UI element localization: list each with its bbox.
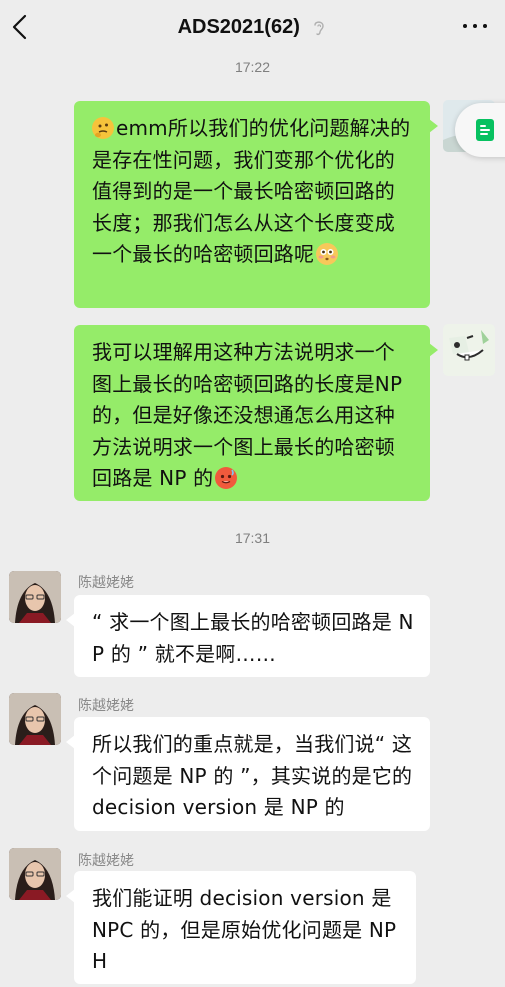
sender-avatar[interactable] bbox=[9, 571, 61, 623]
sender-name: 陈越姥姥 bbox=[78, 575, 134, 591]
chat-title-wrap[interactable]: ADS2021(62) bbox=[0, 13, 505, 41]
more-button[interactable] bbox=[461, 14, 489, 38]
sender-name: 陈越姥姥 bbox=[78, 853, 134, 869]
chat-title: ADS2021(62) bbox=[177, 16, 300, 38]
message-text: emm所以我们的优化问题解决的是存在性问题，我们变那个优化的值得到的是一个最长哈… bbox=[92, 116, 411, 266]
thinking-face-icon bbox=[92, 117, 114, 139]
sender-name: 陈越姥姥 bbox=[78, 698, 134, 714]
incoming-message-bubble[interactable]: “ 求一个图上最长的哈密顿回路是 NP 的 ” 就不是啊…… bbox=[66, 595, 430, 677]
more-dots-icon bbox=[463, 24, 467, 28]
more-dots-icon bbox=[483, 24, 487, 28]
incoming-message-bubble[interactable]: 我们能证明 decision version 是 NPC 的，但是原始优化问题是… bbox=[66, 871, 416, 984]
more-dots-icon bbox=[473, 24, 477, 28]
floating-document-button[interactable] bbox=[455, 103, 505, 157]
incoming-message-bubble[interactable]: 所以我们的重点就是，当我们说“ 这个问题是 NP 的 ”，其实说的是它的 dec… bbox=[66, 717, 430, 831]
timestamp: 17:22 bbox=[234, 59, 271, 75]
message-text: 我可以理解用这种方法说明求一个图上最长的哈密顿回路的长度是NP 的，但是好像还没… bbox=[92, 340, 403, 490]
sender-avatar[interactable] bbox=[9, 848, 61, 900]
message-text: 我们能证明 decision version 是 NPC 的，但是原始优化问题是… bbox=[92, 886, 397, 973]
flushed-face-icon bbox=[316, 243, 339, 265]
hot-face-icon bbox=[215, 467, 238, 489]
outgoing-message-bubble[interactable]: emm所以我们的优化问题解决的是存在性问题，我们变那个优化的值得到的是一个最长哈… bbox=[74, 101, 438, 308]
message-text: “ 求一个图上最长的哈密顿回路是 NP 的 ” 就不是啊…… bbox=[92, 610, 414, 666]
outgoing-message-bubble[interactable]: 我可以理解用这种方法说明求一个图上最长的哈密顿回路的长度是NP 的，但是好像还没… bbox=[74, 325, 438, 501]
document-icon bbox=[476, 119, 494, 141]
sender-avatar[interactable] bbox=[9, 693, 61, 745]
message-text: 所以我们的重点就是，当我们说“ 这个问题是 NP 的 ”，其实说的是它的 dec… bbox=[92, 732, 413, 819]
my-avatar[interactable] bbox=[443, 324, 495, 376]
chat-header: ADS2021(62) bbox=[0, 0, 505, 54]
ear-icon bbox=[314, 21, 325, 35]
timestamp: 17:31 bbox=[234, 530, 271, 546]
